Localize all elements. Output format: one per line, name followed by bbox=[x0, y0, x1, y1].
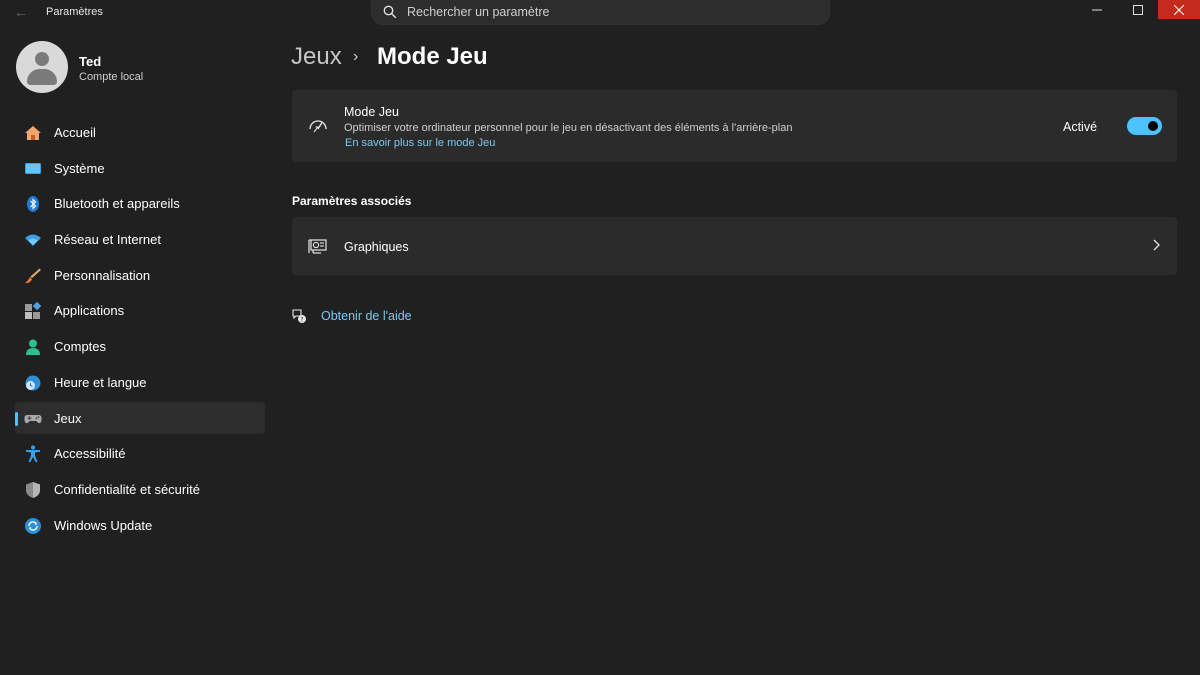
search-icon bbox=[383, 5, 397, 19]
sidebar-item-jeux[interactable]: Jeux bbox=[15, 401, 265, 434]
maximize-button[interactable] bbox=[1117, 0, 1158, 19]
sidebar-nav: Accueil Système Bluetooth et appareils R… bbox=[15, 116, 265, 544]
minimize-button[interactable] bbox=[1076, 0, 1117, 19]
sidebar-item-personnalisation[interactable]: Personnalisation bbox=[15, 259, 265, 291]
sidebar-item-label: Comptes bbox=[54, 339, 107, 355]
sidebar-item-label: Jeux bbox=[54, 410, 82, 426]
learn-more-link[interactable]: En savoir plus sur le mode Jeu bbox=[345, 137, 495, 149]
wifi-icon bbox=[25, 234, 41, 247]
account-icon bbox=[26, 339, 40, 356]
toggle-state-label: Activé bbox=[1063, 120, 1098, 134]
close-button[interactable] bbox=[1158, 0, 1200, 19]
toggle-knob bbox=[1148, 121, 1158, 131]
sidebar-item-applications[interactable]: Applications bbox=[15, 294, 265, 326]
update-icon bbox=[25, 517, 41, 534]
sidebar-item-comptes[interactable]: Comptes bbox=[15, 330, 265, 362]
sidebar-item-heure-langue[interactable]: Heure et langue bbox=[15, 366, 265, 398]
selection-indicator bbox=[15, 411, 18, 426]
shield-icon bbox=[26, 481, 40, 498]
sidebar-item-label: Accessibilité bbox=[54, 446, 126, 462]
game-mode-icon bbox=[309, 120, 327, 133]
sidebar-item-bluetooth[interactable]: Bluetooth et appareils bbox=[15, 187, 265, 219]
chevron-right-icon bbox=[1153, 239, 1160, 251]
graphics-card-icon bbox=[308, 239, 327, 254]
svg-text:?: ? bbox=[300, 317, 303, 324]
system-icon bbox=[25, 162, 41, 174]
maximize-icon bbox=[1132, 4, 1143, 15]
avatar-head bbox=[35, 52, 49, 66]
sidebar-item-label: Heure et langue bbox=[54, 374, 147, 390]
sidebar-item-accueil[interactable]: Accueil bbox=[15, 116, 265, 148]
bluetooth-icon bbox=[27, 196, 39, 213]
gamepad-icon bbox=[24, 414, 42, 423]
graphics-card[interactable]: Graphiques bbox=[292, 217, 1177, 275]
sidebar-item-accessibilite[interactable]: Accessibilité bbox=[15, 437, 265, 469]
account-type: Compte local bbox=[79, 71, 144, 83]
help-icon: ? bbox=[292, 309, 306, 324]
search-input[interactable]: Rechercher un paramètre bbox=[407, 5, 549, 19]
globe-clock-icon bbox=[25, 375, 41, 391]
graphics-label: Graphiques bbox=[344, 240, 409, 254]
user-name: Ted bbox=[79, 54, 102, 69]
sidebar-item-label: Accueil bbox=[54, 125, 96, 140]
title-bar: ← Paramètres Rechercher un paramètre bbox=[0, 0, 1200, 26]
search-box[interactable]: Rechercher un paramètre bbox=[371, 0, 830, 25]
avatar-body bbox=[27, 69, 57, 85]
get-help-link[interactable]: Obtenir de l'aide bbox=[321, 309, 412, 323]
app-title: Paramètres bbox=[46, 6, 103, 18]
close-icon bbox=[1174, 4, 1184, 15]
sidebar-item-reseau[interactable]: Réseau et Internet bbox=[15, 223, 265, 255]
breadcrumb-separator: › bbox=[353, 48, 359, 65]
sidebar-item-label: Applications bbox=[54, 303, 125, 319]
breadcrumb-parent[interactable]: Jeux bbox=[291, 43, 342, 71]
brush-icon bbox=[25, 268, 41, 283]
game-mode-description: Optimiser votre ordinateur personnel pou… bbox=[344, 122, 793, 134]
accessibility-icon bbox=[26, 445, 40, 463]
apps-icon bbox=[25, 302, 42, 320]
sidebar-item-label: Confidentialité et sécurité bbox=[54, 481, 200, 497]
sidebar-item-systeme[interactable]: Système bbox=[15, 152, 265, 184]
game-mode-card: Mode Jeu Optimiser votre ordinateur pers… bbox=[292, 90, 1177, 162]
sidebar-item-label: Réseau et Internet bbox=[54, 232, 161, 248]
related-settings-heading: Paramètres associés bbox=[292, 194, 412, 208]
sidebar-item-label: Windows Update bbox=[54, 517, 153, 533]
back-arrow-icon[interactable]: ← bbox=[14, 5, 30, 19]
sidebar-item-label: Personnalisation bbox=[54, 267, 151, 283]
minimize-icon bbox=[1091, 9, 1102, 10]
home-icon bbox=[25, 126, 41, 140]
page-title: Mode Jeu bbox=[377, 43, 488, 70]
sidebar-item-windows-update[interactable]: Windows Update bbox=[15, 509, 265, 541]
sidebar-item-confidentialite[interactable]: Confidentialité et sécurité bbox=[15, 473, 265, 505]
sidebar-item-label: Bluetooth et appareils bbox=[54, 196, 180, 212]
sidebar-item-label: Système bbox=[54, 160, 105, 176]
game-mode-title: Mode Jeu bbox=[344, 105, 399, 119]
avatar[interactable] bbox=[16, 41, 68, 93]
game-mode-toggle[interactable] bbox=[1127, 117, 1162, 135]
